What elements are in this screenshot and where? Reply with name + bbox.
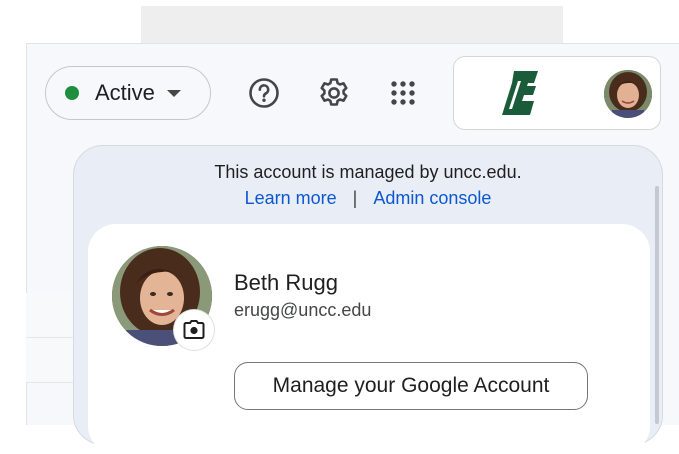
- uncc-logo-icon: [502, 71, 538, 115]
- help-circle-icon: [249, 78, 279, 108]
- admin-console-link[interactable]: Admin console: [373, 188, 491, 209]
- help-button[interactable]: [247, 76, 281, 110]
- learn-more-link[interactable]: Learn more: [245, 188, 337, 209]
- settings-button[interactable]: [317, 76, 351, 110]
- list-rows-partial: [26, 293, 74, 424]
- user-email: erugg@uncc.edu: [234, 300, 372, 320]
- apps-grid-icon: [391, 81, 415, 105]
- gear-icon: [320, 78, 348, 106]
- managed-links: Learn more | Admin console: [74, 188, 662, 209]
- managed-account-notice: This account is managed by uncc.edu.: [214, 162, 522, 182]
- status-dropdown[interactable]: Active: [45, 66, 211, 120]
- scrollbar[interactable]: [655, 186, 659, 424]
- user-name: Beth Rugg: [234, 270, 338, 295]
- list-row[interactable]: [26, 338, 74, 383]
- chevron-down-icon: [166, 89, 181, 97]
- avatar[interactable]: [604, 70, 652, 118]
- camera-icon: [183, 320, 205, 339]
- link-separator: |: [352, 188, 358, 208]
- account-switcher[interactable]: [453, 56, 661, 130]
- list-row[interactable]: [26, 293, 74, 338]
- apps-launcher-button[interactable]: [386, 76, 420, 110]
- background-bar: [141, 6, 563, 46]
- change-photo-button[interactable]: [174, 310, 214, 350]
- status-label: Active: [95, 80, 155, 105]
- profile-photo: [604, 70, 652, 118]
- manage-account-button[interactable]: Manage your Google Account: [234, 362, 588, 410]
- status-active-dot: [65, 86, 79, 100]
